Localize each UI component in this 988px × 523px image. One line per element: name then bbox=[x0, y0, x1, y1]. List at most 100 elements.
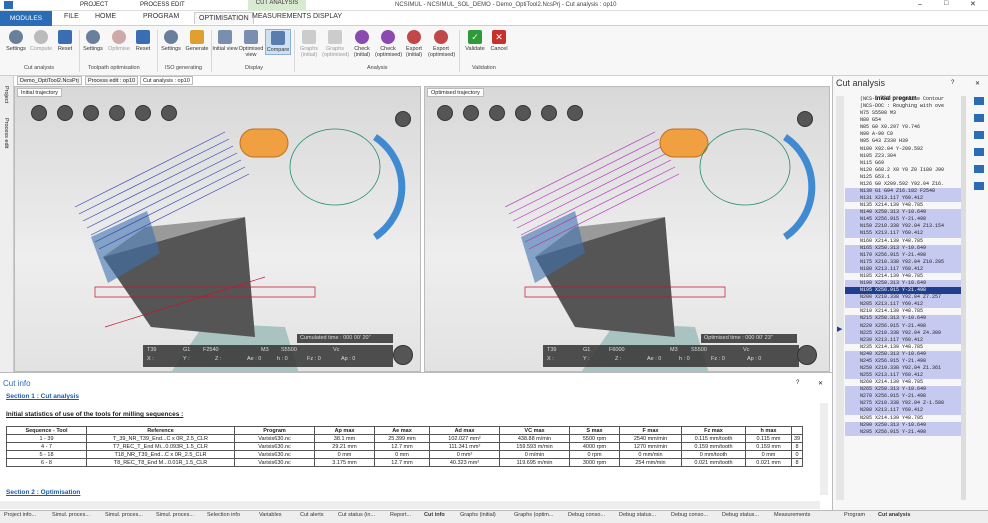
code-line-highlighted[interactable]: N205 X213.117 Y60.412 bbox=[845, 301, 961, 309]
panel-close-icon[interactable]: ✕ bbox=[818, 380, 823, 387]
code-line-highlighted[interactable]: N200 X210.338 Y92.04 Z7.257 bbox=[845, 294, 961, 302]
code-line-highlighted[interactable]: N165 X250.313 Y-10.649 bbox=[845, 244, 961, 252]
code-line-highlighted[interactable]: N170 X256.915 Y-21.498 bbox=[845, 251, 961, 259]
bottom-tab-selection-info[interactable]: Selection info bbox=[207, 512, 240, 518]
section1-link[interactable]: Section 1 : Cut analysis bbox=[6, 393, 79, 400]
bottom-tab-measurements[interactable]: Measurements bbox=[774, 512, 810, 518]
optimised-viewport[interactable]: Optimised trajectory Optimised time : 00… bbox=[424, 86, 830, 372]
code-line[interactable]: N235 X214.139 Y48.785 bbox=[845, 344, 961, 351]
table-row[interactable]: 5 - 18 T18_NR_T39_End...C x 0R_2.5_CLR Var… bbox=[6, 450, 804, 459]
code-line-highlighted[interactable]: N250 X210.338 Y92.04 Z1.361 bbox=[845, 364, 961, 373]
compare-button[interactable]: Compare bbox=[265, 29, 291, 55]
table-row[interactable]: 1 - 39 T_39_NR_T39_End...C x 0R_2.5_CLR Va… bbox=[6, 434, 804, 443]
bottom-tab-cut-alerts[interactable]: Cut alerts bbox=[300, 512, 324, 518]
record-icon[interactable] bbox=[797, 345, 817, 365]
code-scrollbar[interactable] bbox=[961, 96, 966, 500]
code-line-highlighted[interactable]: N130 G1 G94 Z16.102 F2540 bbox=[845, 188, 961, 196]
toolpath-reset-button[interactable]: Reset bbox=[130, 30, 156, 52]
panel-close-icon[interactable]: ✕ bbox=[975, 80, 980, 87]
bottom-tab-project-info[interactable]: Project info... bbox=[4, 512, 36, 518]
tab-project[interactable]: PROJECT bbox=[80, 2, 108, 8]
bottom-tab-cut-status[interactable]: Cut status (in... bbox=[338, 512, 375, 518]
code-line[interactable]: N210 X214.139 Y48.785 bbox=[845, 308, 961, 315]
code-line-highlighted[interactable]: N225 X210.338 Y92.04 Z4.309 bbox=[845, 329, 961, 337]
code-line-highlighted[interactable]: N270 X256.915 Y-21.498 bbox=[845, 393, 961, 401]
code-line-highlighted[interactable]: N180 X213.117 Y60.412 bbox=[845, 265, 961, 273]
code-line[interactable]: N285 X214.139 Y48.785 bbox=[845, 415, 961, 422]
bottom-tab-simul-process-3[interactable]: Simul. proces... bbox=[156, 512, 194, 518]
minimize-icon[interactable]: – bbox=[918, 1, 922, 8]
code-line[interactable]: (NCS-START : Profile Contour bbox=[845, 96, 961, 103]
cut-reset-button[interactable]: Reset bbox=[52, 30, 78, 52]
code-line-highlighted[interactable]: N215 X250.313 Y-10.649 bbox=[845, 315, 961, 323]
code-line[interactable]: N135 X214.139 Y48.785 bbox=[845, 202, 961, 209]
initial-view-button[interactable]: Initial view bbox=[212, 30, 238, 52]
bottom-tab-debug-status-1[interactable]: Debug status... bbox=[619, 512, 656, 518]
bottom-tab-variables[interactable]: Variables bbox=[259, 512, 282, 518]
bottom-tab-program[interactable]: Program bbox=[844, 512, 865, 518]
code-line[interactable]: N95 G43 Z330 H39 bbox=[845, 138, 961, 145]
bottom-tab-cut-analysis[interactable]: Cut analysis bbox=[878, 512, 910, 518]
code-line-highlighted[interactable]: N131 X213.117 Y60.412 bbox=[845, 195, 961, 203]
bottom-tab-graphs-initial[interactable]: Graphs (initial) bbox=[460, 512, 496, 518]
code-line[interactable]: N100 X92.04 Y-209.592 bbox=[845, 146, 961, 153]
tab-process-edit[interactable]: PROCESS EDIT bbox=[140, 2, 185, 8]
section2-link[interactable]: Section 2 : Optimisation bbox=[6, 489, 80, 496]
code-line[interactable]: N185 X214.139 Y48.785 bbox=[845, 273, 961, 280]
sidebar-project[interactable]: Project bbox=[3, 86, 9, 103]
generate-button[interactable]: Generate bbox=[184, 30, 210, 52]
code-line[interactable]: N260 X214.139 Y48.785 bbox=[845, 379, 961, 386]
horizontal-scrollbar[interactable] bbox=[0, 501, 820, 509]
prev-line-icon[interactable] bbox=[974, 114, 984, 122]
code-line[interactable]: N115 G69 bbox=[845, 160, 961, 167]
code-line-highlighted[interactable]: N290 X250.313 Y-10.649 bbox=[845, 421, 961, 429]
validate-button[interactable]: ✓ Validate bbox=[462, 30, 488, 52]
code-line[interactable]: N120 G68.2 X0 Y0 Z0 I180 J90 bbox=[845, 167, 961, 174]
code-listing[interactable]: (NCS-START : Profile Contour (NCS-DOC : … bbox=[845, 96, 961, 436]
bottom-tab-debug-status-2[interactable]: Debug status... bbox=[722, 512, 759, 518]
code-line-highlighted[interactable]: N155 X213.117 Y60.412 bbox=[845, 230, 961, 238]
rewind-icon[interactable] bbox=[974, 131, 984, 139]
vertical-scrollbar[interactable] bbox=[820, 403, 828, 495]
initial-viewport[interactable]: Initial trajectory Cumulated time : 000 … bbox=[14, 86, 421, 372]
tab-display[interactable]: DISPLAY bbox=[313, 13, 342, 20]
code-line[interactable]: N126 G0 X209.592 Y92.04 Z16. bbox=[845, 181, 961, 188]
bottom-tab-debug-console-2[interactable]: Debug conso... bbox=[671, 512, 708, 518]
iso-settings-button[interactable]: Settings bbox=[158, 30, 184, 52]
code-line[interactable]: N125 G53.1 bbox=[845, 174, 961, 181]
code-line[interactable]: N80 G54 bbox=[845, 117, 961, 124]
graphs-initial-button[interactable]: Graphs (initial) bbox=[296, 30, 322, 58]
code-line-highlighted[interactable]: N295 X256.915 Y-21.498 bbox=[845, 428, 961, 436]
record-icon[interactable] bbox=[393, 345, 413, 365]
optimise-button[interactable]: Optimise bbox=[106, 30, 132, 52]
tab-optimisation[interactable]: OPTIMISATION bbox=[194, 12, 254, 24]
bottom-tab-report[interactable]: Report... bbox=[390, 512, 411, 518]
bottom-tab-simul-process-2[interactable]: Simul. proces... bbox=[105, 512, 143, 518]
code-line-highlighted[interactable]: N255 X213.117 Y60.412 bbox=[845, 372, 961, 380]
bottom-tab-graphs-optimised[interactable]: Graphs (optim... bbox=[514, 512, 553, 518]
tab-program[interactable]: PROGRAM bbox=[143, 13, 179, 20]
code-line-highlighted[interactable]: N230 X213.117 Y60.412 bbox=[845, 336, 961, 344]
next-line-icon[interactable] bbox=[974, 165, 984, 173]
code-line-highlighted[interactable]: N220 X256.915 Y-21.498 bbox=[845, 322, 961, 330]
code-line[interactable]: N75 S5500 M3 bbox=[845, 110, 961, 117]
bottom-tab-simul-process-1[interactable]: Simul. proces... bbox=[52, 512, 90, 518]
optimised-view-button[interactable]: Optimised view bbox=[238, 30, 264, 58]
code-line-highlighted[interactable]: N275 X210.338 Y92.04 Z-1.588 bbox=[845, 400, 961, 408]
doc-tab-project[interactable]: Demo_OptiTool2.NcsPrj bbox=[17, 76, 82, 85]
cut-settings-button[interactable]: Settings bbox=[3, 30, 29, 52]
panel-pin-icon[interactable]: ? bbox=[951, 80, 954, 86]
maximize-icon[interactable]: □ bbox=[944, 0, 948, 7]
panel-pin-icon[interactable]: ? bbox=[796, 380, 799, 386]
last-line-icon[interactable] bbox=[974, 182, 984, 190]
code-line-highlighted[interactable]: N175 X210.338 Y92.04 Z10.205 bbox=[845, 258, 961, 266]
code-line-highlighted[interactable]: N280 X213.117 Y60.412 bbox=[845, 407, 961, 415]
sidebar-process-edit[interactable]: Process edit bbox=[3, 118, 9, 148]
tab-file[interactable]: FILE bbox=[64, 13, 79, 20]
first-line-icon[interactable] bbox=[974, 97, 984, 105]
export-initial-button[interactable]: Export (initial) bbox=[401, 30, 427, 58]
table-row[interactable]: 4 - 7 T7_REC_T_End Mi...0.093R_1.5_CLR Var… bbox=[6, 442, 804, 451]
close-icon[interactable]: ✕ bbox=[970, 0, 976, 8]
tab-home[interactable]: HOME bbox=[95, 13, 116, 20]
code-line-highlighted[interactable]: N145 X256.915 Y-21.498 bbox=[845, 216, 961, 224]
